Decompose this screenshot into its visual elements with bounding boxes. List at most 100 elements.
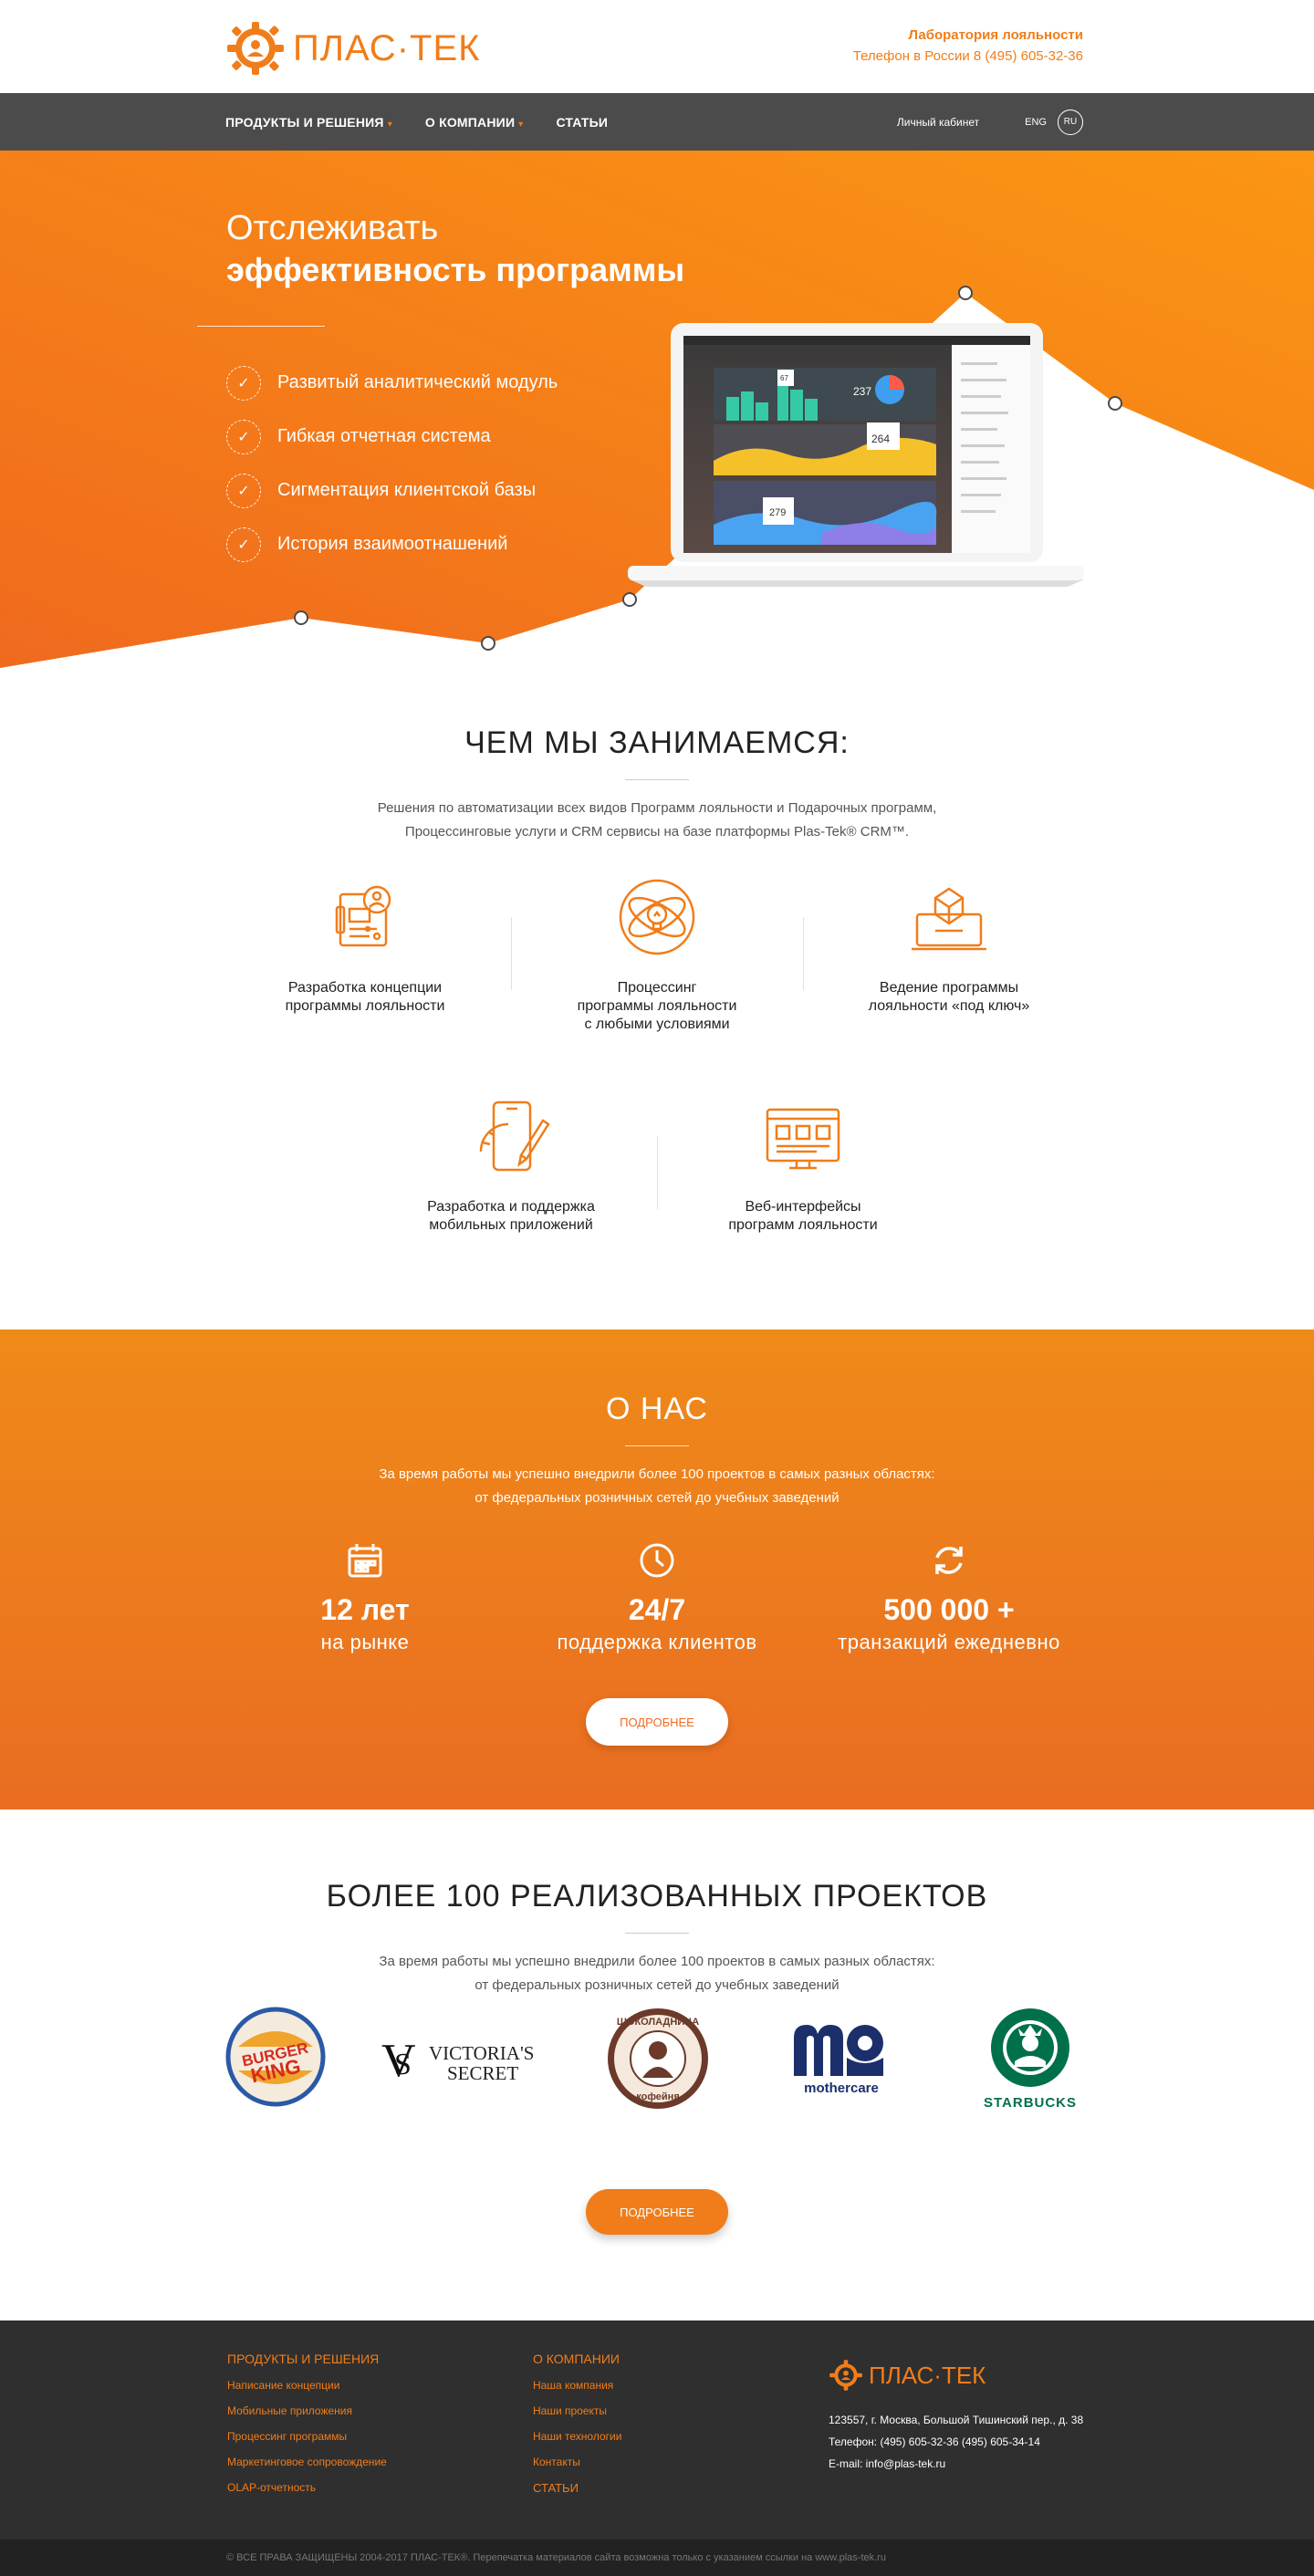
- services-section: ЧЕМ МЫ ЗАНИМАЕМСЯ: Решения по автоматиза…: [0, 671, 1314, 1330]
- nav-menu: ПРОДУКТЫ И РЕШЕНИЯ ▾ О КОМПАНИИ ▾ СТАТЬИ: [225, 93, 608, 151]
- victorias-secret-logo: V S VICTORIA'S SECRET: [381, 2035, 534, 2087]
- lang-en[interactable]: ENG: [1025, 117, 1047, 128]
- footer-link[interactable]: Наши проекты: [533, 2404, 621, 2417]
- cabinet-link[interactable]: Личный кабинет: [897, 116, 979, 129]
- footer-link[interactable]: Контакты: [533, 2456, 621, 2468]
- footer-col-company: О КОМПАНИИ Наша компания Наши проекты На…: [533, 2352, 621, 2495]
- text-line: от федеральных розничных сетей до учебны…: [474, 1490, 840, 1506]
- nav-item-label: О КОМПАНИИ: [424, 114, 516, 130]
- list-item: ✓ Развитый аналитический модуль: [226, 356, 558, 410]
- mobile-app-icon: [479, 1100, 550, 1172]
- footer-email[interactable]: E-mail: info@plas-tek.ru: [829, 2457, 1083, 2470]
- section-text: За время работы мы успешно внедрили боле…: [0, 1463, 1314, 1510]
- site-footer: ПРОДУКТЫ И РЕШЕНИЯ Написание концепции М…: [0, 2320, 1314, 2539]
- service-item[interactable]: Разработка концепции программы лояльност…: [256, 876, 474, 1016]
- footer-heading[interactable]: СТАТЬИ: [533, 2481, 621, 2495]
- turnkey-icon: [912, 887, 986, 951]
- hero-title-line2: эффективность программы: [226, 251, 685, 288]
- footer-link[interactable]: Маркетинговое сопровождение: [227, 2456, 387, 2468]
- caption-line: мобильных приложений: [429, 1217, 593, 1233]
- text-line: За время работы мы успешно внедрили боле…: [379, 1466, 935, 1482]
- site-logo[interactable]: ПЛАС·ТЕК: [225, 20, 480, 77]
- list-item: ✓ Сигментация клиентской базы: [226, 464, 558, 517]
- service-item[interactable]: Ведение программы лояльности «под ключ»: [840, 876, 1058, 1016]
- chevron-down-icon: ▾: [518, 119, 524, 130]
- footer-link[interactable]: Мобильные приложения: [227, 2404, 387, 2417]
- stat-item: 12 лет на рынке: [228, 1541, 502, 1654]
- nav-right: Личный кабинет ENG RU: [897, 93, 1083, 151]
- service-item[interactable]: Процессинг программы лояльности с любыми…: [548, 876, 766, 1034]
- service-caption: Веб-интерфейсы программ лояльности: [694, 1198, 912, 1235]
- gear-logo-icon: [227, 22, 284, 75]
- footer-link[interactable]: Процессинг программы: [227, 2430, 387, 2443]
- nav-item-products[interactable]: ПРОДУКТЫ И РЕШЕНИЯ ▾: [225, 115, 392, 130]
- refresh-icon: [935, 1547, 963, 1574]
- site-header: ПЛАС·ТЕК Лаборатория лояльности Телефон …: [0, 0, 1314, 93]
- footer-phones: Телефон: (495) 605-32-36 (495) 605-34-14: [829, 2435, 1040, 2448]
- logo-text: VICTORIA'S: [429, 2042, 534, 2064]
- hero-section: 67 237 264 279 Отслеживать эффективность…: [0, 151, 1314, 671]
- stat-item: 500 000 + транзакций ежедневно: [812, 1541, 1086, 1654]
- brand-name: ПЛАС·ТЕК: [293, 27, 481, 68]
- logo-text: SECRET: [447, 2062, 518, 2084]
- logo-text: mothercare: [804, 2081, 879, 2096]
- caption-line: Веб-интерфейсы: [745, 1199, 861, 1215]
- projects-section: БОЛЕЕ 100 РЕАЛИЗОВАННЫХ ПРОЕКТОВ За врем…: [0, 1809, 1314, 2320]
- footer-link[interactable]: Наша компания: [533, 2379, 621, 2392]
- service-caption: Разработка концепции программы лояльност…: [256, 979, 474, 1016]
- concept-icon: [335, 885, 391, 947]
- stat-value: 12 лет: [320, 1593, 410, 1626]
- divider: [511, 917, 512, 990]
- nav-item-company[interactable]: О КОМПАНИИ ▾: [425, 115, 524, 130]
- caption-line: Разработка и поддержка: [427, 1199, 595, 1215]
- service-item[interactable]: Веб-интерфейсы программ лояльности: [694, 1095, 912, 1235]
- text-line: от федеральных розничных сетей до учебны…: [474, 1977, 840, 1993]
- section-text: За время работы мы успешно внедрили боле…: [0, 1950, 1314, 1997]
- dashboard-value: 279: [769, 507, 786, 518]
- brand-name: ПЛАС·ТЕК: [869, 2361, 986, 2389]
- divider: [657, 1136, 658, 1209]
- logo-text: STARBUCKS: [984, 2095, 1077, 2111]
- clock-icon: [640, 1543, 674, 1578]
- service-caption: Разработка и поддержка мобильных приложе…: [402, 1198, 620, 1235]
- list-item: ✓ История взаимоотнашений: [226, 517, 558, 571]
- stat-label: транзакций ежедневно: [838, 1631, 1060, 1653]
- lang-ru[interactable]: RU: [1058, 109, 1083, 135]
- nav-item-label: СТАТЬИ: [556, 114, 609, 130]
- starbucks-logo: STARBUCKS: [984, 2008, 1077, 2111]
- feature-label: История взаимоотнашений: [277, 534, 508, 554]
- caption-line: Процессинг: [617, 980, 697, 996]
- footer-link[interactable]: Написание концепции: [227, 2379, 387, 2392]
- projects-more-button[interactable]: ПОДРОБНЕЕ: [586, 2189, 728, 2235]
- title-divider: [625, 1933, 689, 1934]
- caption-line: с любыми условиями: [584, 1017, 730, 1032]
- dashboard-value: 67: [780, 374, 788, 382]
- footer-link[interactable]: OLAP-отчетность: [227, 2481, 387, 2494]
- shokoladnitsa-logo: ШОКОЛАДНИЦА кофейня: [608, 2008, 708, 2109]
- feature-label: Гибкая отчетная система: [277, 426, 491, 446]
- text-line: За время работы мы успешно внедрили боле…: [379, 1954, 935, 1969]
- stat-label: поддержка клиентов: [557, 1631, 757, 1653]
- copyright: © ВСЕ ПРАВА ЗАЩИЩЕНЫ 2004-2017 ПЛАС-ТЕК®…: [0, 2539, 1314, 2576]
- dashboard-value: 237: [853, 385, 871, 398]
- feature-label: Развитый аналитический модуль: [277, 372, 558, 392]
- service-item[interactable]: Разработка и поддержка мобильных приложе…: [402, 1095, 620, 1235]
- gear-logo-icon: [829, 2360, 862, 2391]
- stat-value: 24/7: [628, 1593, 686, 1626]
- footer-logo[interactable]: ПЛАС·ТЕК: [829, 2359, 1083, 2392]
- divider: [803, 917, 804, 990]
- lab-title[interactable]: Лаборатория лояльности: [853, 27, 1083, 43]
- header-contacts: Лаборатория лояльности Телефон в России …: [853, 27, 1083, 64]
- main-nav: ПРОДУКТЫ И РЕШЕНИЯ ▾ О КОМПАНИИ ▾ СТАТЬИ Л…: [0, 93, 1314, 151]
- check-icon: ✓: [226, 473, 261, 508]
- about-more-button[interactable]: ПОДРОБНЕЕ: [586, 1698, 728, 1746]
- section-title: ЧЕМ МЫ ЗАНИМАЕМСЯ:: [464, 725, 850, 760]
- footer-heading[interactable]: ПРОДУКТЫ И РЕШЕНИЯ: [227, 2352, 387, 2366]
- processing-icon: [619, 879, 695, 955]
- hero-title-line1: Отслеживать: [226, 209, 439, 247]
- footer-heading[interactable]: О КОМПАНИИ: [533, 2352, 621, 2366]
- header-phone[interactable]: Телефон в России 8 (495) 605-32-36: [853, 48, 1083, 64]
- nav-item-articles[interactable]: СТАТЬИ: [556, 115, 608, 130]
- footer-link[interactable]: Наши технологии: [533, 2430, 621, 2443]
- mothercare-logo: mothercare: [794, 2025, 883, 2096]
